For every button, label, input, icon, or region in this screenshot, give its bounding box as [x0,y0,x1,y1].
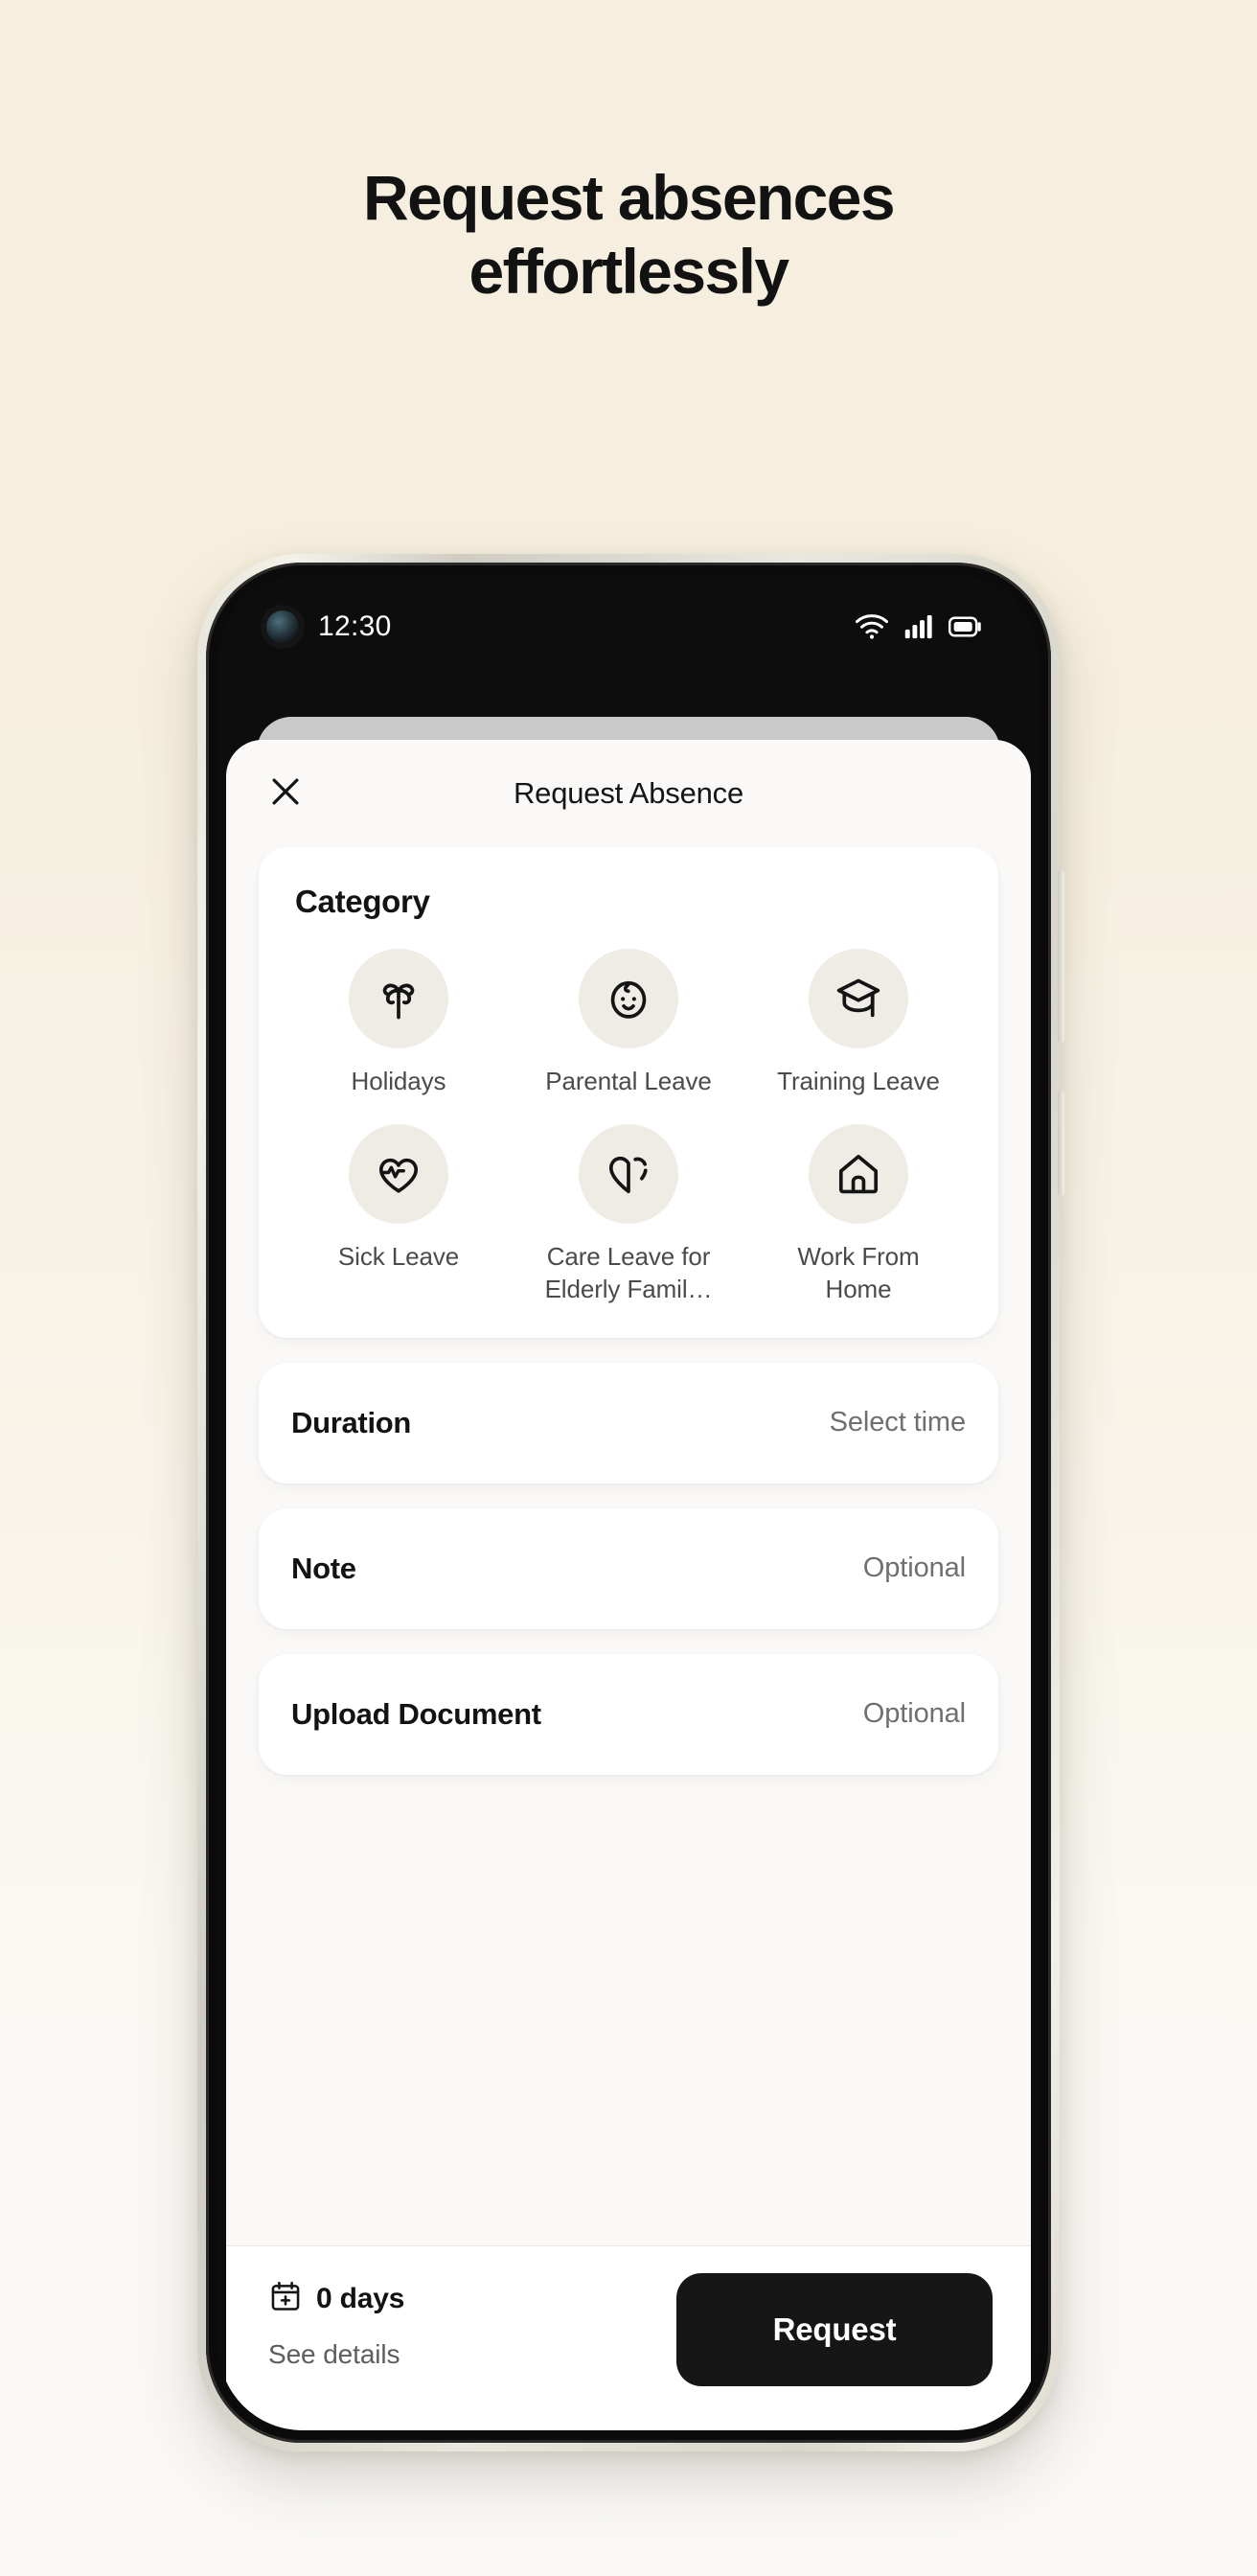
headline-line-1: Request absences [363,162,896,233]
duration-row[interactable]: Duration Select time [259,1362,998,1484]
sheet-footer: 0 days See details Request [226,2245,1031,2430]
row-value: Optional [862,1698,966,1730]
category-item-label: Care Leave for Elderly Famil… [544,1242,713,1303]
phone-volume-button[interactable] [1058,1091,1064,1196]
sheet-title: Request Absence [513,776,743,810]
category-item-care-leave[interactable]: Care Leave for Elderly Famil… [514,1124,743,1305]
category-section-title: Category [295,884,430,919]
category-card: Category Holidays Parental Leave Trainin… [259,847,998,1338]
note-row[interactable]: Note Optional [259,1507,998,1629]
status-bar-clock: 12:30 [318,610,392,642]
status-bar: 12:30 [218,575,1039,678]
camera-punch-hole-icon [266,610,299,643]
upload-document-row[interactable]: Upload Document Optional [259,1653,998,1775]
home-icon [809,1124,908,1225]
phone-mockup: 12:30 Request Absence Category Holidays … [197,554,1064,2451]
days-count-label: 0 days [316,2282,405,2314]
phone-screen: 12:30 Request Absence Category Holidays … [218,575,1039,2430]
wifi-icon [856,614,888,639]
category-grid: Holidays Parental Leave Training Leave S… [284,949,973,1305]
graduation-cap-icon [809,949,908,1048]
category-item-label: Work From Home [797,1242,920,1303]
category-item-label: Training Leave [777,1067,940,1095]
footer-summary: 0 days See details [268,2273,404,2370]
category-item-work-from-home[interactable]: Work From Home [743,1124,973,1305]
heart-pulse-icon [349,1124,448,1225]
category-item-label: Sick Leave [337,1242,460,1272]
headline-line-2: effortlessly [469,236,790,308]
baby-face-icon [579,949,678,1048]
close-button[interactable] [259,767,312,820]
category-item-training-leave[interactable]: Training Leave [743,949,973,1097]
close-icon [267,773,304,815]
sheet-header: Request Absence [226,740,1031,847]
phone-power-button[interactable] [1058,870,1064,1043]
calendar-plus-icon [268,2279,303,2318]
cellular-signal-icon [904,614,932,639]
battery-icon [948,616,981,637]
row-value: Optional [862,1552,966,1584]
category-item-sick-leave[interactable]: Sick Leave [284,1124,514,1305]
page-title: Request absences effortlessly [0,161,1257,309]
see-details-link[interactable]: See details [268,2339,404,2370]
palm-tree-icon [349,949,448,1048]
phone-bezel: 12:30 Request Absence Category Holidays … [206,563,1051,2443]
category-item-label: Holidays [351,1067,446,1095]
half-heart-icon [579,1124,678,1225]
sheet-body: Category Holidays Parental Leave Trainin… [226,847,1031,2245]
row-label: Upload Document [291,1696,541,1731]
days-summary: 0 days [268,2279,404,2318]
category-item-label: Parental Leave [545,1067,712,1095]
row-label: Duration [291,1405,412,1439]
request-absence-sheet: Request Absence Category Holidays Parent… [226,740,1031,2430]
row-value: Select time [829,1407,966,1438]
row-label: Note [291,1551,356,1585]
request-button[interactable]: Request [676,2273,993,2386]
status-bar-indicators [856,614,981,639]
category-item-holidays[interactable]: Holidays [284,949,514,1097]
category-item-parental-leave[interactable]: Parental Leave [514,949,743,1097]
